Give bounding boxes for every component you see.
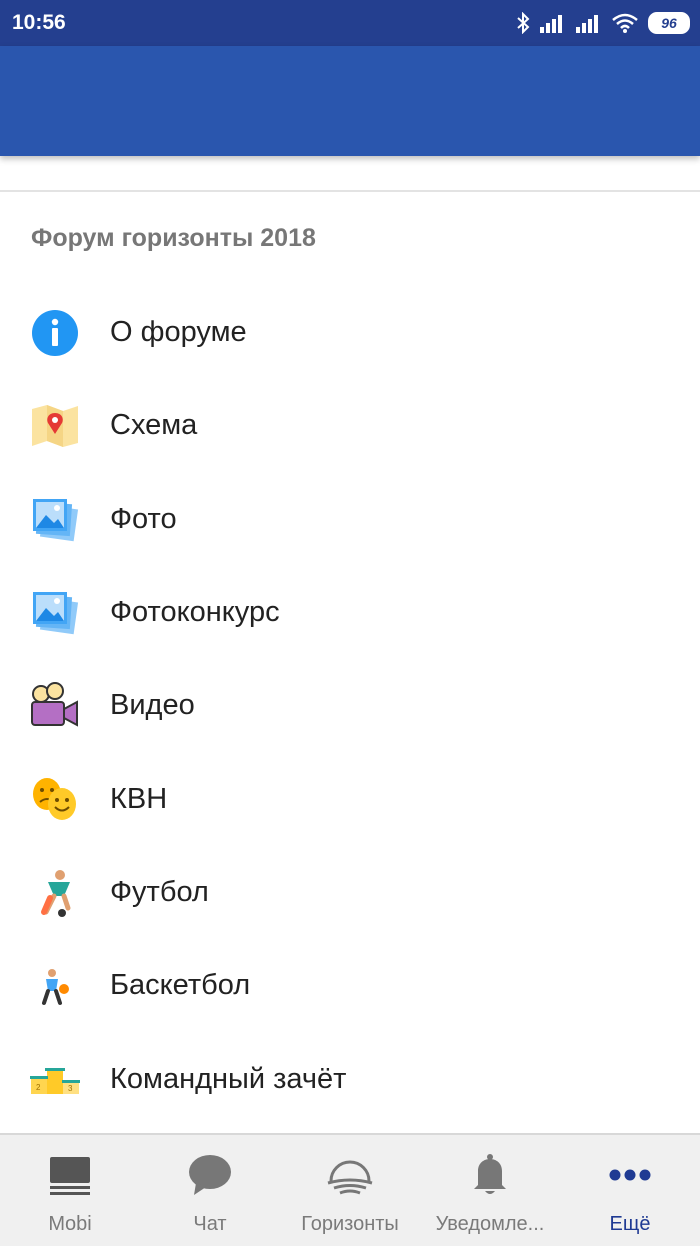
bluetooth-icon [517,12,530,34]
menu-item-football[interactable]: Футбол [0,846,700,939]
menu-item-label: Футбол [110,875,209,908]
tab-label: Mobi [48,1213,92,1235]
menu-item-label: Видео [110,689,195,722]
bell-icon [474,1154,506,1194]
podium-icon: 2 3 [30,1068,80,1095]
horizon-logo-icon [327,1160,373,1195]
chat-bubble-icon [189,1155,231,1195]
video-camera-icon [31,682,78,727]
menu-item-photo[interactable]: Фото [0,473,700,566]
menu-item-kvn[interactable]: КВН [0,752,700,845]
monitor-icon [50,1157,90,1195]
photos-icon [33,591,79,635]
svg-text:3: 3 [68,1084,73,1093]
tab-more[interactable]: Ещё [560,1135,700,1246]
bottom-navigation: Mobi Чат Горизонты Уведомле... Ещё [0,1133,700,1246]
signal-icon [540,15,562,33]
status-time: 10:56 [12,11,66,34]
battery-indicator: 96 [648,12,690,34]
svg-text:2: 2 [36,1083,41,1092]
info-icon [32,310,78,356]
menu-item-label: Фото [110,502,177,535]
signal-icon [576,15,598,33]
menu-item-about[interactable]: О форуме [0,286,700,379]
menu-item-team-standings[interactable]: 2 3 Командный зачёт [0,1032,700,1125]
map-icon [32,405,78,448]
app-bar [0,46,700,156]
tab-horizons[interactable]: Горизонты [280,1135,420,1246]
wifi-icon [612,13,638,33]
divider [0,190,700,192]
tab-label: Горизонты [301,1213,399,1235]
status-bar: 10:56 96 [0,0,700,46]
menu-item-label: О форуме [110,316,247,349]
menu-item-basketball[interactable]: Баскетбол [0,939,700,1032]
basketball-player-icon [42,969,69,1006]
photos-icon [33,498,79,541]
menu-item-label: Фотоконкурс [110,596,280,629]
tab-notifications[interactable]: Уведомле... [420,1135,560,1246]
more-dots-icon [609,1169,651,1181]
theater-masks-icon [33,778,76,821]
menu-item-label: Схема [110,409,198,442]
status-icons: 96 [516,10,690,36]
menu-item-photo-contest[interactable]: Фотоконкурс [0,566,700,659]
tab-label: Уведомле... [435,1213,545,1235]
football-player-icon [41,869,71,917]
menu-item-video[interactable]: Видео [0,659,700,752]
menu-list: О форуме Схема Фото Фотоконкурс Видео КВ… [0,286,700,1126]
tab-mobi[interactable]: Mobi [0,1135,140,1246]
menu-item-label: Баскетбол [110,969,251,1002]
menu-item-label: Командный зачёт [110,1062,347,1095]
section-title: Форум горизонты 2018 [31,224,316,252]
menu-item-map[interactable]: Схема [0,379,700,472]
tab-label: Ещё [609,1213,651,1235]
tab-chat[interactable]: Чат [140,1135,280,1246]
menu-item-label: КВН [110,782,168,815]
tab-label: Чат [193,1213,227,1235]
